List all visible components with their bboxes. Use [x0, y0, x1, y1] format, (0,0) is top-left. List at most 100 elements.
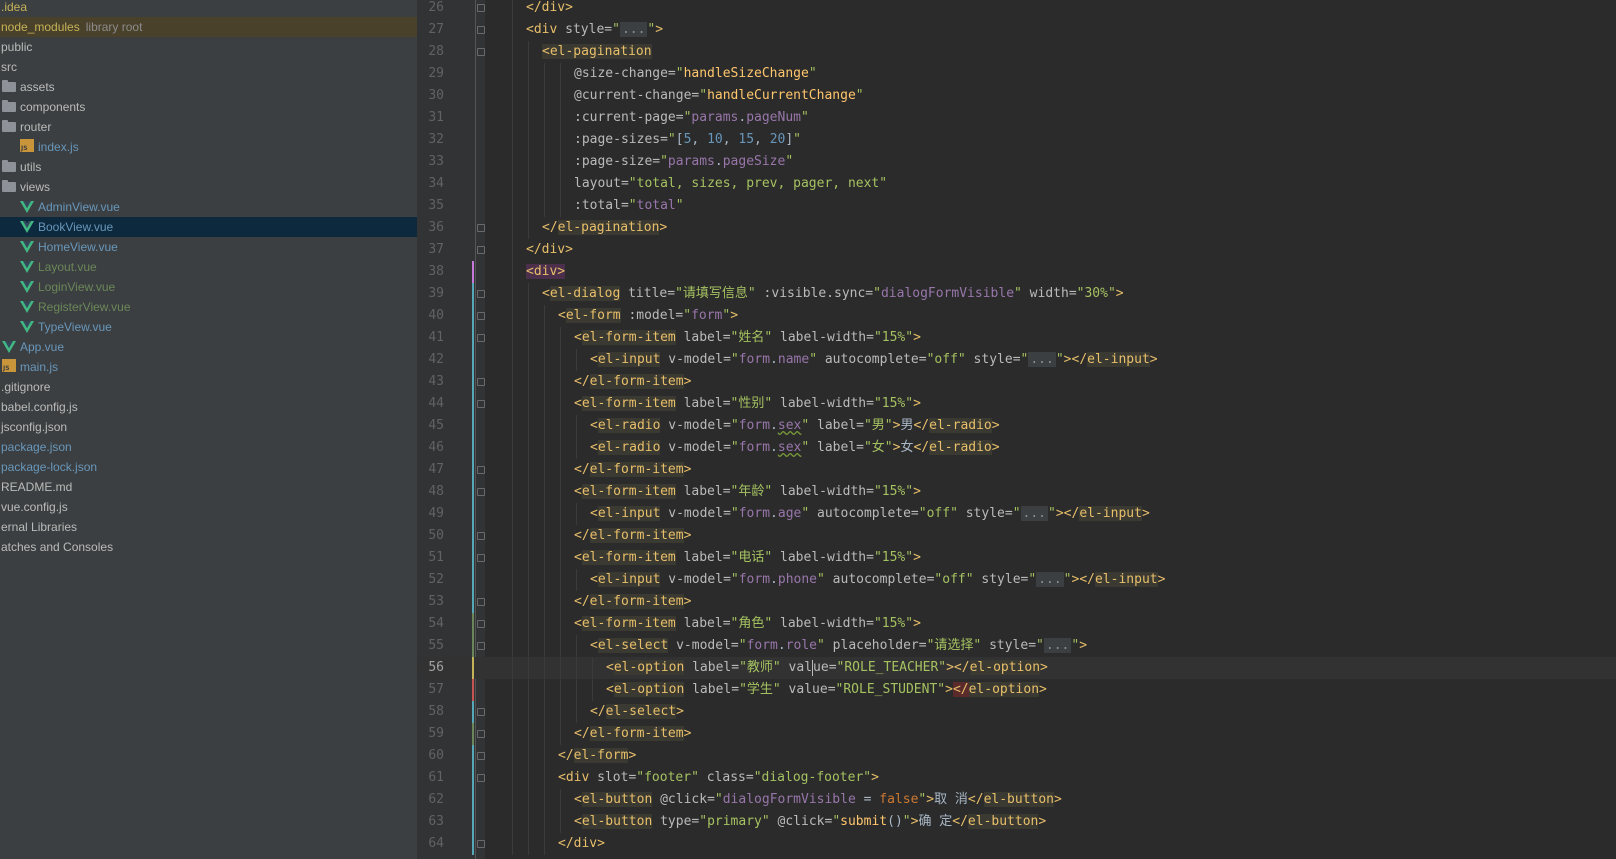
vcs-change-marker[interactable]: [472, 371, 474, 393]
fold-toggle-icon[interactable]: [477, 774, 485, 782]
fold-toggle-icon[interactable]: [477, 246, 485, 254]
vcs-change-marker[interactable]: [472, 811, 474, 833]
folded-region[interactable]: ...: [1020, 506, 1049, 521]
vcs-change-marker[interactable]: [472, 657, 474, 679]
fold-toggle-icon[interactable]: [477, 290, 485, 298]
tree-item[interactable]: package.json: [0, 437, 417, 457]
tree-item[interactable]: vue.config.js: [0, 497, 417, 517]
code-line[interactable]: 56 <el-option label="教师" value="ROLE_TEAC…: [417, 657, 1616, 679]
code-line[interactable]: 46 <el-radio v-model="form.sex" label="女"…: [417, 437, 1616, 459]
tree-item[interactable]: main.js: [0, 357, 417, 377]
tree-item[interactable]: Layout.vue: [0, 257, 417, 277]
code-line[interactable]: 61 <div slot="footer" class="dialog-foote…: [417, 767, 1616, 789]
tree-item[interactable]: components: [0, 97, 417, 117]
folded-region[interactable]: ...: [619, 22, 648, 37]
vcs-change-marker[interactable]: [472, 327, 474, 349]
code-line[interactable]: 36 </el-pagination>: [417, 217, 1616, 239]
code-line[interactable]: 50 </el-form-item>: [417, 525, 1616, 547]
tree-item[interactable]: ernal Libraries: [0, 517, 417, 537]
code-line[interactable]: 41 <el-form-item label="姓名" label-width="…: [417, 327, 1616, 349]
fold-toggle-icon[interactable]: [477, 598, 485, 606]
tree-item[interactable]: .idea: [0, 0, 417, 17]
tree-item[interactable]: views: [0, 177, 417, 197]
fold-toggle-icon[interactable]: [477, 752, 485, 760]
fold-toggle-icon[interactable]: [477, 620, 485, 628]
tree-item[interactable]: atches and Consoles: [0, 537, 417, 557]
fold-toggle-icon[interactable]: [477, 224, 485, 232]
code-line[interactable]: 29 @size-change="handleSizeChange": [417, 63, 1616, 85]
fold-toggle-icon[interactable]: [477, 840, 485, 848]
vcs-change-marker[interactable]: [472, 305, 474, 327]
code-line[interactable]: 57 <el-option label="学生" value="ROLE_STUD…: [417, 679, 1616, 701]
code-line[interactable]: 33:page-size="params.pageSize": [417, 151, 1616, 173]
vcs-change-marker[interactable]: [472, 481, 474, 503]
vcs-change-marker[interactable]: [472, 745, 474, 767]
code-line[interactable]: 26 </div>: [417, 0, 1616, 19]
fold-toggle-icon[interactable]: [477, 488, 485, 496]
tree-item[interactable]: index.js: [0, 137, 417, 157]
vcs-change-marker[interactable]: [472, 679, 474, 701]
tree-item[interactable]: BookView.vue: [0, 217, 417, 237]
vcs-change-marker[interactable]: [472, 525, 474, 547]
code-line[interactable]: 63 <el-button type="primary" @click="subm…: [417, 811, 1616, 833]
vcs-change-marker[interactable]: [472, 459, 474, 481]
vcs-change-marker[interactable]: [472, 283, 474, 305]
tree-item[interactable]: router: [0, 117, 417, 137]
vcs-change-marker[interactable]: [472, 349, 474, 371]
tree-item[interactable]: App.vue: [0, 337, 417, 357]
vcs-change-marker[interactable]: [472, 261, 474, 283]
fold-toggle-icon[interactable]: [477, 554, 485, 562]
code-editor[interactable]: 26 </div> 27 <div style="... "> 28 <el-paginat…: [417, 0, 1616, 859]
vcs-change-marker[interactable]: [472, 723, 474, 745]
tree-item[interactable]: babel.config.js: [0, 397, 417, 417]
vcs-change-marker[interactable]: [472, 833, 474, 855]
vcs-change-marker[interactable]: [472, 591, 474, 613]
vcs-change-marker[interactable]: [472, 437, 474, 459]
tree-item[interactable]: RegisterView.vue: [0, 297, 417, 317]
tree-item[interactable]: utils: [0, 157, 417, 177]
fold-toggle-icon[interactable]: [477, 532, 485, 540]
fold-toggle-icon[interactable]: [477, 48, 485, 56]
code-line[interactable]: 64 </div>: [417, 833, 1616, 855]
code-line[interactable]: 55 <el-select v-model="form.role" placeho…: [417, 635, 1616, 657]
tree-item[interactable]: public: [0, 37, 417, 57]
code-line[interactable]: 62 <el-button @click="dialogFormVisible =…: [417, 789, 1616, 811]
tree-item[interactable]: README.md: [0, 477, 417, 497]
code-line[interactable]: 30 @current-change="handleCurrentChange": [417, 85, 1616, 107]
code-line[interactable]: 42 <el-input v-model="form.name" autocomp…: [417, 349, 1616, 371]
code-line[interactable]: 48 <el-form-item label="年龄" label-width="…: [417, 481, 1616, 503]
code-line[interactable]: 58 </el-select>: [417, 701, 1616, 723]
vcs-change-marker[interactable]: [472, 701, 474, 723]
tree-item[interactable]: jsconfig.json: [0, 417, 417, 437]
code-line[interactable]: 59 </el-form-item>: [417, 723, 1616, 745]
tree-item[interactable]: AdminView.vue: [0, 197, 417, 217]
vcs-change-marker[interactable]: [472, 503, 474, 525]
fold-toggle-icon[interactable]: [477, 378, 485, 386]
tree-item[interactable]: HomeView.vue: [0, 237, 417, 257]
vcs-change-marker[interactable]: [472, 635, 474, 657]
code-line[interactable]: 51 <el-form-item label="电话" label-width="…: [417, 547, 1616, 569]
tree-item[interactable]: LoginView.vue: [0, 277, 417, 297]
fold-toggle-icon[interactable]: [477, 708, 485, 716]
folded-region[interactable]: ...: [1043, 638, 1072, 653]
code-line[interactable]: 35:total="total": [417, 195, 1616, 217]
tree-item[interactable]: assets: [0, 77, 417, 97]
code-line[interactable]: 52 <el-input v-model="form.phone" autocom…: [417, 569, 1616, 591]
code-line[interactable]: 54 <el-form-item label="角色" label-width="…: [417, 613, 1616, 635]
code-line[interactable]: 43 </el-form-item>: [417, 371, 1616, 393]
fold-toggle-icon[interactable]: [477, 334, 485, 342]
code-line[interactable]: 38 <div>: [417, 261, 1616, 283]
tree-item[interactable]: node_modules library root: [0, 17, 417, 37]
code-line[interactable]: 27 <div style="... ">: [417, 19, 1616, 41]
fold-toggle-icon[interactable]: [477, 642, 485, 650]
vcs-change-marker[interactable]: [472, 415, 474, 437]
code-line[interactable]: 31:current-page="params.pageNum": [417, 107, 1616, 129]
vcs-change-marker[interactable]: [472, 789, 474, 811]
tree-item[interactable]: src: [0, 57, 417, 77]
code-line[interactable]: 28 <el-pagination: [417, 41, 1616, 63]
code-line[interactable]: 44 <el-form-item label="性别" label-width="…: [417, 393, 1616, 415]
code-line[interactable]: 49 <el-input v-model="form.age" autocompl…: [417, 503, 1616, 525]
folded-region[interactable]: ...: [1036, 572, 1064, 587]
vcs-change-marker[interactable]: [472, 569, 474, 591]
code-line[interactable]: 37 </div>: [417, 239, 1616, 261]
